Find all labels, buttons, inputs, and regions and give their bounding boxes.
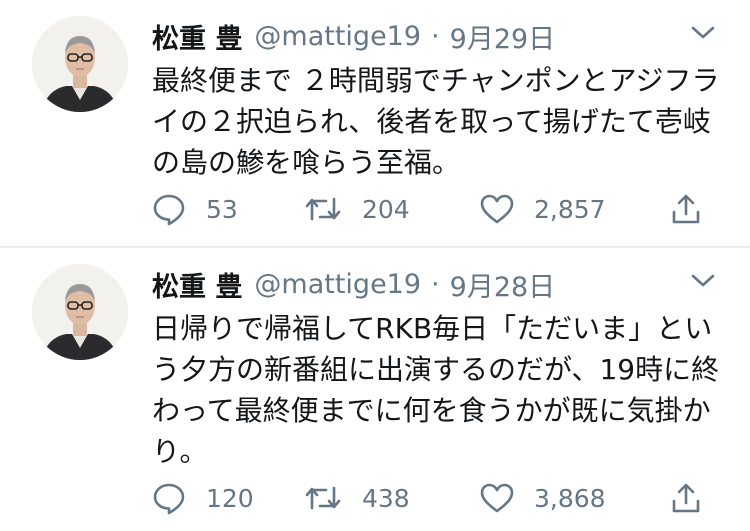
avatar[interactable] — [32, 264, 128, 360]
tweet-header: 松重 豊 @mattige19 · 9月28日 — [152, 264, 555, 304]
user-handle[interactable]: @mattige19 — [254, 269, 421, 300]
separator-dot: · — [431, 268, 440, 300]
retweet-button[interactable]: 438 — [304, 483, 480, 513]
avatar[interactable] — [32, 16, 128, 112]
share-icon — [672, 194, 700, 224]
reply-icon — [153, 194, 185, 226]
tweet-header: 松重 豊 @mattige19 · 9月29日 — [152, 16, 555, 56]
chevron-down-icon[interactable] — [688, 20, 718, 44]
tweet[interactable]: 松重 豊 @mattige19 · 9月28日 日帰りで帰福してRKB毎日「ただ… — [0, 248, 750, 531]
tweet[interactable]: 松重 豊 @mattige19 · 9月29日 最終便まで ２時間弱でチャンポン… — [0, 0, 750, 246]
like-button[interactable]: 2,857 — [480, 194, 668, 224]
like-icon — [480, 483, 514, 513]
tweet-actions: 53 204 2,857 — [152, 192, 722, 226]
retweet-button[interactable]: 204 — [304, 194, 480, 224]
tweet-date[interactable]: 9月28日 — [450, 265, 556, 304]
like-button[interactable]: 3,868 — [480, 483, 668, 513]
reply-count: 120 — [206, 483, 254, 513]
tweet-date[interactable]: 9月29日 — [450, 17, 556, 56]
chevron-down-icon[interactable] — [688, 268, 718, 292]
display-name[interactable]: 松重 豊 — [152, 265, 242, 304]
share-icon — [672, 483, 700, 513]
reply-button[interactable]: 53 — [152, 192, 304, 226]
reply-button[interactable]: 120 — [152, 481, 304, 515]
user-handle[interactable]: @mattige19 — [254, 21, 421, 52]
separator-dot: · — [431, 20, 440, 52]
like-icon — [480, 194, 514, 224]
retweet-icon — [305, 197, 341, 221]
retweet-count: 438 — [362, 483, 410, 513]
share-button[interactable] — [670, 482, 722, 514]
retweet-count: 204 — [362, 194, 410, 224]
tweet-actions: 120 438 3,868 — [152, 481, 722, 515]
reply-count: 53 — [206, 194, 238, 224]
tweet-text: 最終便まで ２時間弱でチャンポンとアジフライの２択迫られ、後者を取って揚げたて壱… — [152, 64, 720, 179]
retweet-icon — [305, 486, 341, 510]
reply-icon — [153, 483, 185, 515]
share-button[interactable] — [670, 193, 722, 225]
like-count: 3,868 — [534, 483, 606, 513]
tweet-text: 日帰りで帰福してRKB毎日「ただいま」という夕方の新番組に出演するのだが、19時… — [152, 312, 720, 468]
display-name[interactable]: 松重 豊 — [152, 17, 242, 56]
like-count: 2,857 — [534, 194, 606, 224]
